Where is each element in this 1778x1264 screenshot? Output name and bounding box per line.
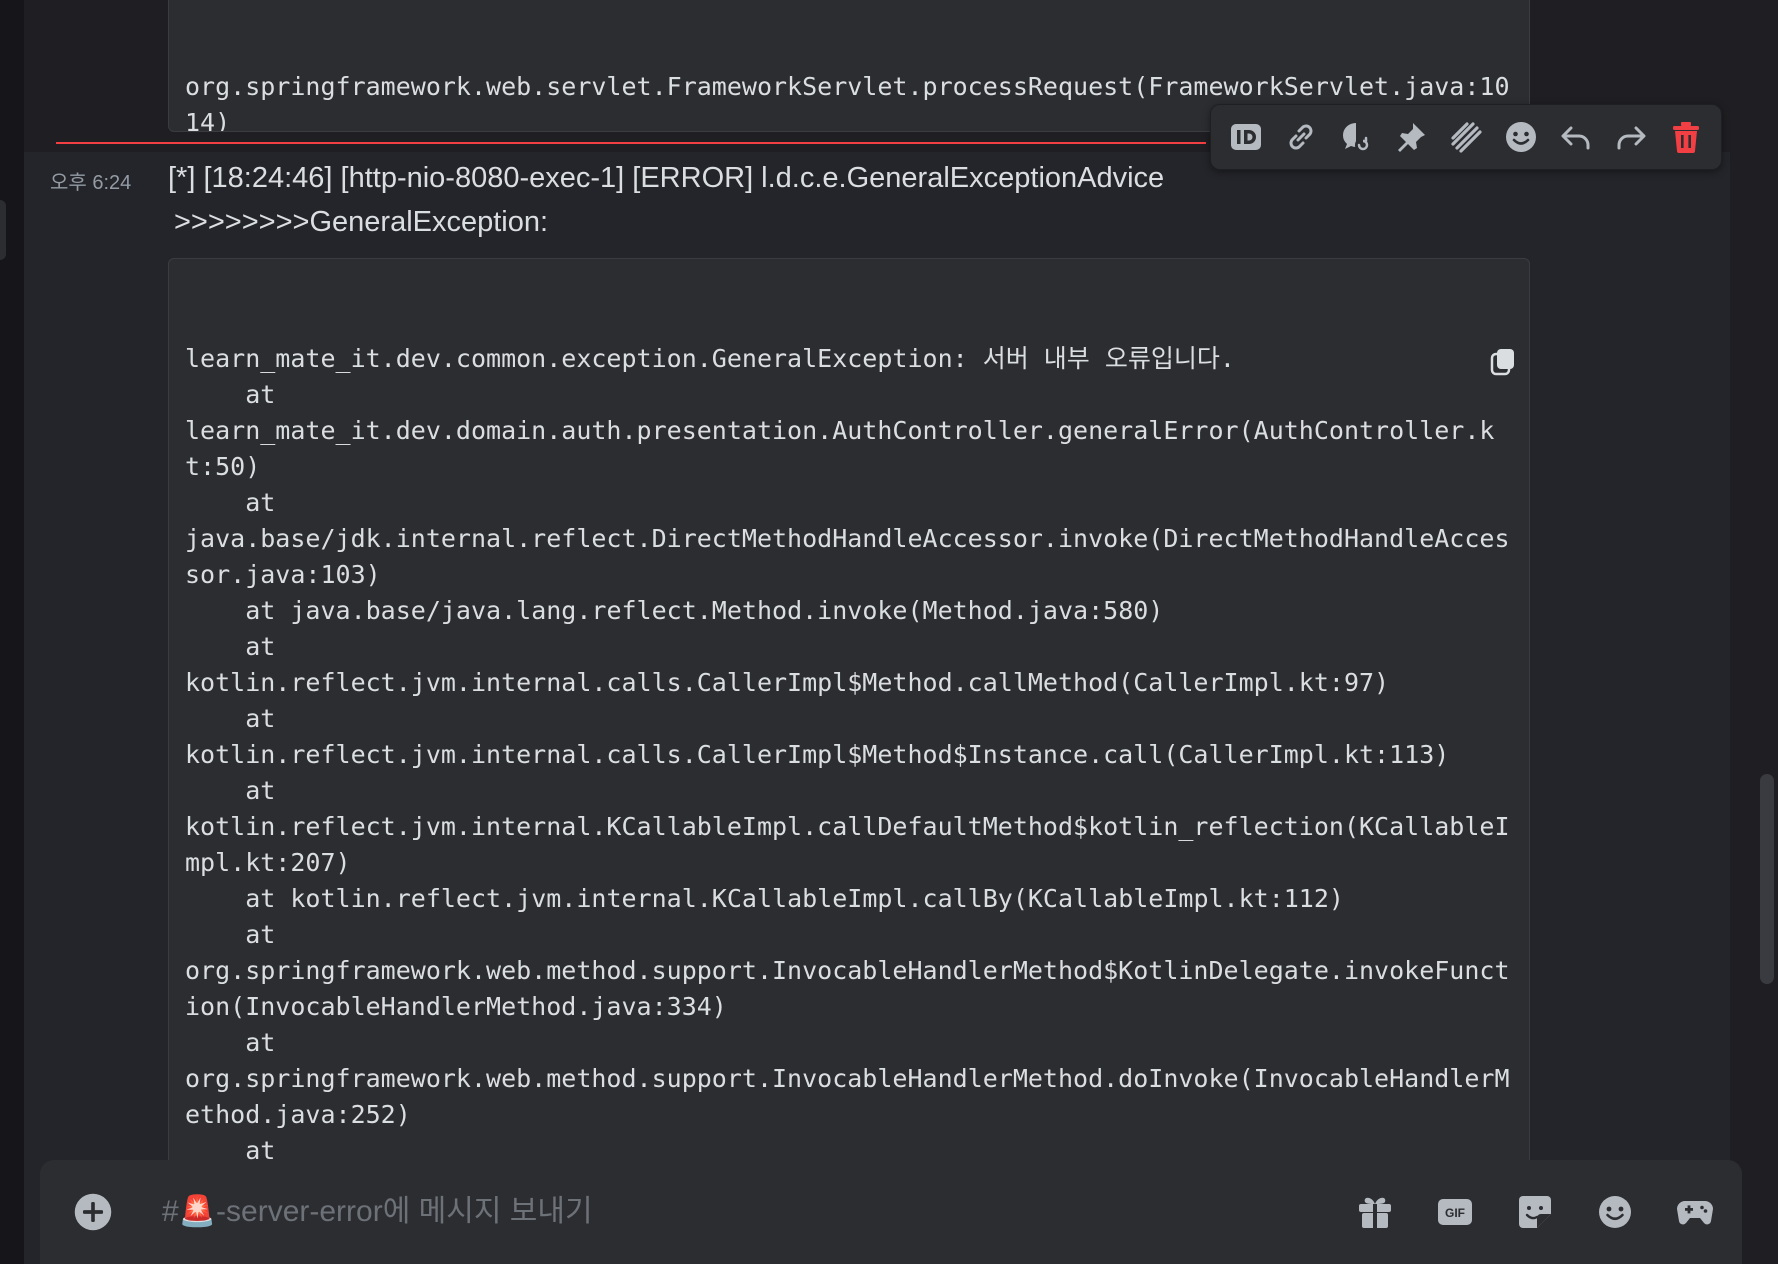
- pin-message-button[interactable]: [1384, 109, 1439, 165]
- code-text: learn_mate_it.dev.common.exception.Gener…: [185, 344, 1510, 1165]
- new-messages-divider: [56, 142, 1206, 144]
- add-reaction-button[interactable]: [1493, 109, 1548, 165]
- message-text-line-2: >>>>>>>>GeneralException:: [174, 206, 549, 238]
- activity-button[interactable]: [1672, 1189, 1718, 1235]
- id-icon: [1231, 124, 1262, 150]
- gif-icon: GIF: [1438, 1199, 1472, 1225]
- message-timestamp: 오후 6:24: [50, 172, 132, 194]
- forward-button[interactable]: [1603, 109, 1658, 165]
- discord-window: org.springframework.web.servlet.Framewor…: [0, 0, 1778, 1264]
- plus-circle-icon: [74, 1193, 112, 1231]
- message-text-line-1: [*] [18:24:46] [http-nio-8080-exec-1] [E…: [168, 162, 1165, 194]
- emoji-icon: [1599, 1196, 1631, 1228]
- composer-icons: GIF: [1352, 1189, 1718, 1235]
- code-block: learn_mate_it.dev.common.exception.Gener…: [168, 258, 1530, 1218]
- apps-button[interactable]: [1439, 109, 1494, 165]
- apps-icon: [1451, 122, 1482, 153]
- message-input[interactable]: [160, 1181, 1352, 1243]
- gift-icon: [1359, 1197, 1391, 1228]
- reply-button[interactable]: [1548, 109, 1603, 165]
- link-icon: [1289, 124, 1313, 150]
- svg-text:GIF: GIF: [1445, 1206, 1465, 1220]
- attach-button[interactable]: [70, 1189, 116, 1235]
- message-action-toolbar: [1210, 104, 1722, 170]
- message-composer: GIF: [40, 1160, 1742, 1264]
- chat-area: org.springframework.web.servlet.Framewor…: [24, 0, 1774, 1264]
- sticker-button[interactable]: [1512, 1189, 1558, 1235]
- gif-button[interactable]: GIF: [1432, 1189, 1478, 1235]
- forward-icon: [1617, 126, 1646, 150]
- activity-icon: [1677, 1201, 1713, 1225]
- delete-message-button[interactable]: [1658, 109, 1713, 165]
- server-rail: [0, 0, 24, 1264]
- emoji-icon: [1505, 122, 1536, 152]
- sticker-icon: [1519, 1196, 1551, 1228]
- thread-icon: [1343, 123, 1372, 153]
- create-thread-button[interactable]: [1329, 109, 1384, 165]
- copy-link-button[interactable]: [1274, 109, 1329, 165]
- emoji-button[interactable]: [1592, 1189, 1638, 1235]
- reply-icon: [1561, 126, 1590, 150]
- gift-button[interactable]: [1352, 1189, 1398, 1235]
- copy-icon[interactable]: [1487, 273, 1519, 376]
- copy-id-button[interactable]: [1219, 109, 1274, 165]
- pin-icon: [1398, 123, 1426, 152]
- rail-indicator: [0, 200, 6, 260]
- chat-scrollbar[interactable]: [1760, 774, 1774, 984]
- trash-icon: [1672, 122, 1699, 153]
